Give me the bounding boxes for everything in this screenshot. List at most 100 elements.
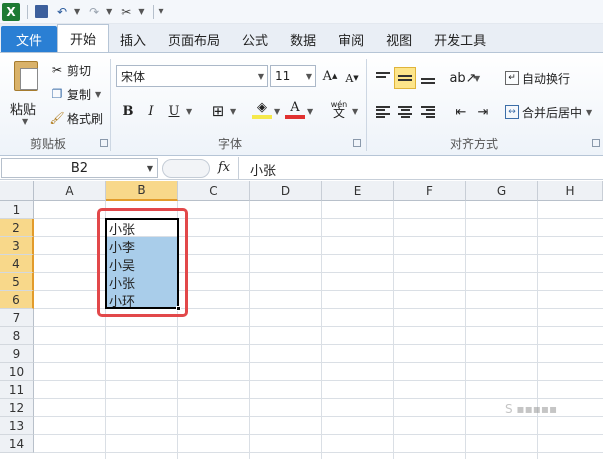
row-header-4[interactable]: 4 bbox=[0, 255, 34, 273]
paste-button[interactable]: 粘贴 ▼ bbox=[8, 59, 46, 133]
tab-insert[interactable]: 插入 bbox=[109, 26, 157, 52]
formula-bar: B2 ▼ fx 小张 bbox=[0, 157, 603, 180]
font-launcher-icon[interactable] bbox=[353, 139, 361, 147]
customize-icon[interactable]: ✂ bbox=[117, 3, 135, 21]
orientation-dropdown-icon[interactable]: ▼ bbox=[474, 74, 480, 83]
quick-access-menu-icon[interactable]: ▾ bbox=[158, 6, 163, 17]
excel-logo-icon[interactable]: X bbox=[2, 2, 20, 21]
column-header-e[interactable]: E bbox=[322, 181, 394, 201]
row-header-6[interactable]: 6 bbox=[0, 291, 34, 309]
copy-button[interactable]: ❐ 复制 ▼ bbox=[50, 85, 102, 103]
column-header-a[interactable]: A bbox=[34, 181, 106, 201]
cut-label: 剪切 bbox=[67, 63, 92, 78]
formula-bar-handle[interactable] bbox=[162, 159, 210, 178]
tab-page-layout[interactable]: 页面布局 bbox=[157, 26, 231, 52]
column-header-d[interactable]: D bbox=[250, 181, 322, 201]
align-left-button[interactable] bbox=[372, 101, 394, 123]
fill-color-dropdown-icon[interactable]: ▼ bbox=[274, 107, 280, 116]
underline-button[interactable]: U bbox=[164, 101, 184, 121]
tab-view[interactable]: 视图 bbox=[375, 26, 423, 52]
borders-dropdown-icon[interactable]: ▼ bbox=[230, 107, 236, 116]
cut-button[interactable]: ✂ 剪切 bbox=[50, 61, 91, 79]
font-size-select[interactable]: 11 ▼ bbox=[270, 65, 316, 87]
row-header-5[interactable]: 5 bbox=[0, 273, 34, 291]
undo-dropdown-icon[interactable]: ▼ bbox=[74, 7, 80, 16]
align-top-button[interactable] bbox=[372, 67, 394, 89]
row-header-8[interactable]: 8 bbox=[0, 327, 34, 345]
tab-data[interactable]: 数据 bbox=[279, 26, 327, 52]
italic-button[interactable]: I bbox=[141, 101, 161, 121]
select-all-button[interactable] bbox=[0, 181, 34, 201]
font-color-icon[interactable]: A bbox=[285, 99, 305, 119]
redo-dropdown-icon[interactable]: ▼ bbox=[106, 7, 112, 16]
phonetic-guide-icon[interactable]: wén 文 bbox=[327, 99, 351, 119]
wrap-text-button[interactable]: ↵ 自动换行 bbox=[505, 69, 570, 87]
gridline bbox=[537, 201, 538, 459]
tab-review[interactable]: 审阅 bbox=[327, 26, 375, 52]
chevron-down-icon[interactable]: ▼ bbox=[147, 164, 153, 173]
row-header-2[interactable]: 2 bbox=[0, 219, 34, 237]
align-right-button[interactable] bbox=[417, 101, 439, 123]
paste-icon bbox=[14, 61, 38, 91]
row-header-7[interactable]: 7 bbox=[0, 309, 34, 327]
chevron-down-icon: ▼ bbox=[257, 71, 264, 81]
gridline bbox=[321, 201, 322, 459]
column-header-h[interactable]: H bbox=[538, 181, 603, 201]
align-middle-button[interactable] bbox=[394, 67, 416, 89]
font-name-select[interactable]: 宋体 ▼ bbox=[116, 65, 268, 87]
format-painter-button[interactable]: 🖌 格式刷 bbox=[49, 109, 103, 127]
gridline bbox=[34, 434, 603, 435]
font-color-dropdown-icon[interactable]: ▼ bbox=[307, 107, 313, 116]
merge-center-button[interactable]: ↔ 合并后居中 ▼ bbox=[505, 103, 592, 121]
gridline bbox=[34, 380, 603, 381]
tab-home[interactable]: 开始 bbox=[57, 24, 110, 52]
clipboard-group-label: 剪贴板 bbox=[30, 137, 67, 151]
row-header-11[interactable]: 11 bbox=[0, 381, 34, 399]
redo-icon[interactable]: ↷ bbox=[85, 3, 103, 21]
insert-function-icon[interactable]: fx bbox=[218, 160, 230, 175]
column-header-b[interactable]: B bbox=[106, 181, 178, 201]
column-header-g[interactable]: G bbox=[466, 181, 538, 201]
merge-dropdown-icon[interactable]: ▼ bbox=[586, 108, 592, 117]
tab-developer[interactable]: 开发工具 bbox=[423, 26, 497, 52]
copy-icon: ❐ bbox=[51, 87, 63, 101]
orientation-icon[interactable]: ab↗ bbox=[449, 67, 476, 89]
decrease-indent-icon[interactable]: ⇤ bbox=[450, 101, 472, 123]
column-header-c[interactable]: C bbox=[178, 181, 250, 201]
tab-formulas[interactable]: 公式 bbox=[231, 26, 279, 52]
formula-input[interactable]: 小张 bbox=[250, 160, 276, 179]
phonetic-dropdown-icon[interactable]: ▼ bbox=[352, 107, 358, 116]
ribbon-home: 粘贴 ▼ ✂ 剪切 ❐ 复制 ▼ 🖌 格式刷 剪贴板 宋体 ▼ 11 ▼ A ▲ … bbox=[0, 52, 603, 156]
align-center-button[interactable] bbox=[394, 101, 416, 123]
column-header-f[interactable]: F bbox=[394, 181, 466, 201]
bold-button[interactable]: B bbox=[118, 101, 138, 121]
clipboard-launcher-icon[interactable] bbox=[100, 139, 108, 147]
borders-icon[interactable]: ⊞ bbox=[208, 101, 228, 121]
undo-icon[interactable]: ↶ bbox=[53, 3, 71, 21]
copy-dropdown-icon[interactable]: ▼ bbox=[95, 90, 101, 99]
font-size-value: 11 bbox=[275, 69, 291, 83]
row-header-3[interactable]: 3 bbox=[0, 237, 34, 255]
row-header-13[interactable]: 13 bbox=[0, 417, 34, 435]
underline-dropdown-icon[interactable]: ▼ bbox=[186, 107, 192, 116]
save-icon[interactable] bbox=[32, 3, 50, 21]
row-header-10[interactable]: 10 bbox=[0, 363, 34, 381]
shrink-font-button[interactable]: A ▼ bbox=[342, 68, 362, 88]
row-header-1[interactable]: 1 bbox=[0, 201, 34, 219]
tab-file[interactable]: 文件 bbox=[1, 26, 57, 52]
quick-access-toolbar: X ↶ ▼ ↷ ▼ ✂ ▼ ▾ bbox=[0, 0, 603, 24]
divider bbox=[110, 59, 111, 151]
font-name-value: 宋体 bbox=[121, 69, 146, 84]
scissors-icon: ✂ bbox=[51, 63, 63, 77]
row-header-9[interactable]: 9 bbox=[0, 345, 34, 363]
row-header-12[interactable]: 12 bbox=[0, 399, 34, 417]
row-header-14[interactable]: 14 bbox=[0, 435, 34, 453]
grow-font-button[interactable]: A ▲ bbox=[320, 66, 340, 86]
alignment-launcher-icon[interactable] bbox=[592, 139, 600, 147]
fill-color-icon[interactable]: ◈ bbox=[252, 99, 272, 119]
name-box[interactable]: B2 ▼ bbox=[1, 158, 158, 178]
paste-dropdown-icon[interactable]: ▼ bbox=[22, 117, 28, 126]
increase-indent-icon[interactable]: ⇥ bbox=[472, 101, 494, 123]
customize-dropdown-icon[interactable]: ▼ bbox=[138, 7, 144, 16]
align-bottom-button[interactable] bbox=[417, 67, 439, 89]
